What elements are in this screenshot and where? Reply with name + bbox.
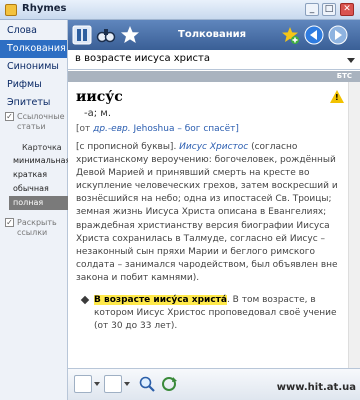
etymology-word: Jehoshua: [130, 124, 175, 134]
forward-arrow-icon[interactable]: [328, 25, 348, 45]
chevron-down-icon[interactable]: [347, 58, 355, 63]
etymology-meaning: – бог спасёт]: [174, 124, 239, 134]
scrollbar[interactable]: [348, 82, 360, 368]
star-icon[interactable]: [120, 25, 140, 45]
checkbox-check-icon: ✓: [5, 218, 14, 227]
minimize-button[interactable]: _: [305, 3, 319, 16]
sidebar-item-rhymes[interactable]: Рифмы: [0, 76, 67, 94]
binoculars-icon[interactable]: [96, 25, 116, 45]
show-links-label: Ссылочные статьи: [17, 112, 65, 131]
grammar-info: -а; м.: [84, 108, 111, 119]
refresh-icon[interactable]: [160, 375, 178, 393]
definition-prefix: [с прописной буквы].: [76, 142, 180, 152]
grammar-gender: м.: [100, 108, 112, 119]
view-mode-icon[interactable]: [74, 375, 92, 393]
window-title: Rhymes: [22, 3, 67, 14]
etymology: [от др.-евр. Jehoshua – бог спасёт]: [76, 124, 239, 134]
book-icon[interactable]: [72, 25, 92, 45]
source-bar: БТС: [68, 71, 360, 82]
chevron-down-icon[interactable]: [94, 382, 100, 386]
close-button[interactable]: ✕: [340, 3, 354, 16]
source-tag: БТС: [336, 72, 352, 80]
expand-links-label: Раскрыть ссылки: [17, 218, 57, 237]
display-icon[interactable]: [104, 375, 122, 393]
sidebar: Слова Толкования Синонимы Рифмы Эпитеты …: [0, 20, 70, 400]
definition-panel: иису́с ! -а; м. [от др.-евр. Jehoshua – …: [68, 82, 348, 368]
etymology-lang: др.-евр.: [93, 124, 131, 134]
add-favorite-icon[interactable]: [280, 25, 300, 45]
card-option-brief[interactable]: краткая: [9, 168, 68, 182]
checkbox-check-icon: ✓: [5, 112, 14, 121]
phrase-highlight: В возрасте иису́са христа́: [94, 295, 227, 305]
search-bar[interactable]: в возрасте иисуса христа: [68, 50, 360, 70]
bullet-icon: [80, 295, 90, 305]
phrase-text: В возрасте иису́са христа́. В том возрас…: [94, 294, 346, 333]
maximize-button[interactable]: □: [322, 3, 336, 16]
card-label: Карточка: [22, 143, 62, 152]
card-option-minimal[interactable]: минимальная: [9, 154, 70, 168]
etymology-open: [от: [76, 124, 94, 134]
card-option-normal[interactable]: обычная: [9, 182, 68, 196]
toolbar: Толкования: [68, 20, 360, 50]
search-input[interactable]: в возрасте иисуса христа: [75, 53, 210, 64]
definition-body: (согласно христианскому вероучению: бого…: [76, 142, 338, 283]
zoom-icon[interactable]: [138, 375, 156, 393]
watermark-text: www.hit.at.ua: [276, 382, 356, 393]
card-option-full[interactable]: полная: [9, 196, 68, 210]
definition-text: [с прописной буквы]. Иисус Христос (согл…: [76, 141, 346, 285]
status-bar: www.hit.at.ua: [68, 368, 360, 400]
back-arrow-icon[interactable]: [304, 25, 324, 45]
toolbar-title: Толкования: [178, 29, 247, 40]
chevron-down-icon[interactable]: [124, 382, 130, 386]
headword: иису́с: [76, 89, 123, 105]
title-bar: Rhymes _ □ ✕: [0, 0, 360, 20]
app-icon: [5, 4, 17, 16]
grammar-ending: -а;: [84, 108, 98, 119]
definition-term: Иисус Христос: [179, 142, 249, 152]
sidebar-item-words[interactable]: Слова: [0, 22, 67, 40]
sidebar-item-epithets[interactable]: Эпитеты: [0, 94, 67, 112]
sidebar-item-synonyms[interactable]: Синонимы: [0, 58, 67, 76]
sidebar-item-definitions[interactable]: Толкования: [0, 40, 67, 58]
warning-icon[interactable]: !: [330, 90, 344, 103]
